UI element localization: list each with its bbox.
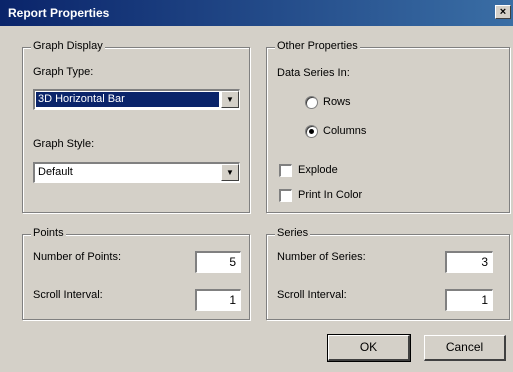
graph-type-select[interactable]: 3D Horizontal Bar ▼ xyxy=(33,89,240,110)
columns-label[interactable]: Columns xyxy=(323,125,366,137)
series-scroll-interval-input[interactable]: 1 xyxy=(445,289,493,311)
explode-label[interactable]: Explode xyxy=(298,164,338,176)
chevron-down-icon[interactable]: ▼ xyxy=(221,164,239,181)
close-icon[interactable]: × xyxy=(495,5,511,19)
graph-type-value: 3D Horizontal Bar xyxy=(36,92,219,107)
series-scroll-interval-label: Scroll Interval: xyxy=(277,289,347,301)
other-properties-title: Other Properties xyxy=(275,40,360,52)
print-in-color-label[interactable]: Print In Color xyxy=(298,189,362,201)
graph-style-value: Default xyxy=(38,166,73,178)
graph-style-select[interactable]: Default ▼ xyxy=(33,162,240,183)
graph-style-label: Graph Style: xyxy=(33,138,95,150)
rows-label[interactable]: Rows xyxy=(323,96,351,108)
series-title: Series xyxy=(275,227,311,239)
rows-radio[interactable] xyxy=(305,96,318,109)
graph-display-title: Graph Display xyxy=(31,40,105,52)
number-of-series-input[interactable]: 3 xyxy=(445,251,493,273)
number-of-series-label: Number of Series: xyxy=(277,251,366,263)
window-title: Report Properties xyxy=(8,6,110,20)
number-of-points-label: Number of Points: xyxy=(33,251,122,263)
chevron-down-icon[interactable]: ▼ xyxy=(221,91,239,108)
radio-selected-dot xyxy=(309,129,314,134)
graph-type-label: Graph Type: xyxy=(33,66,94,78)
print-in-color-checkbox[interactable] xyxy=(279,189,292,202)
number-of-points-input[interactable]: 5 xyxy=(195,251,241,273)
columns-radio[interactable] xyxy=(305,125,318,138)
ok-button[interactable]: OK xyxy=(327,334,411,362)
data-series-label: Data Series In: xyxy=(277,67,350,79)
points-scroll-interval-label: Scroll Interval: xyxy=(33,289,103,301)
title-bar: Report Properties × xyxy=(0,0,513,26)
points-scroll-interval-input[interactable]: 1 xyxy=(195,289,241,311)
cancel-button[interactable]: Cancel xyxy=(424,335,506,361)
explode-checkbox[interactable] xyxy=(279,164,292,177)
points-title: Points xyxy=(31,227,66,239)
